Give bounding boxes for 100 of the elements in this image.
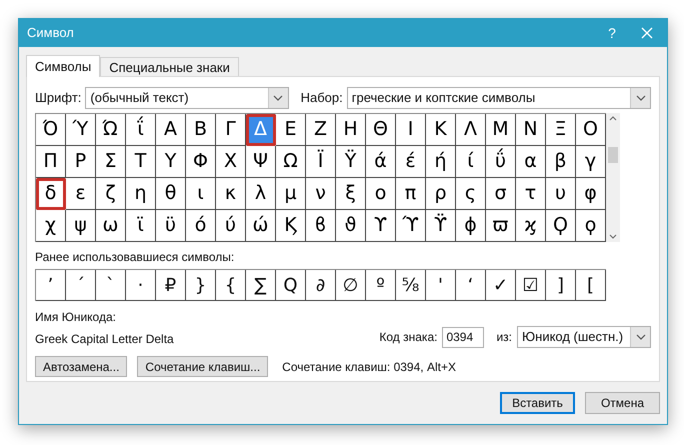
symbol-cell[interactable]: Ϋ [336,146,366,178]
symbol-cell[interactable]: έ [396,146,426,178]
code-source-dropdown[interactable]: Юникод (шестн.) [517,326,651,348]
symbol-cell[interactable]: Φ [186,146,216,178]
symbol-cell[interactable]: φ [576,178,606,210]
symbol-cell[interactable]: λ [246,178,276,210]
recent-symbol-cell[interactable]: ☑ [516,270,546,301]
symbol-cell[interactable]: α [516,146,546,178]
dropdown-button[interactable] [630,327,650,347]
symbol-cell[interactable]: Ψ [246,146,276,178]
symbol-cell[interactable]: Ν [516,114,546,146]
symbol-cell[interactable]: η [126,178,156,210]
symbol-cell[interactable]: Ρ [66,146,96,178]
symbol-cell[interactable]: β [546,146,576,178]
symbol-cell[interactable]: Ϗ [276,210,306,242]
recent-symbol-cell[interactable]: } [186,270,216,301]
symbol-cell[interactable]: Τ [126,146,156,178]
dialog-button[interactable]: Вставить [500,392,575,414]
recent-symbol-cell[interactable]: · [126,270,156,301]
dropdown-button[interactable] [630,88,650,108]
symbol-cell[interactable]: γ [576,146,606,178]
recent-symbol-cell[interactable]: ∂ [306,270,336,301]
symbol-cell[interactable]: χ [36,210,66,242]
symbol-cell[interactable]: Ώ [96,114,126,146]
symbol-cell[interactable]: ϐ [306,210,336,242]
tab[interactable]: Символы [26,55,100,77]
symbol-cell[interactable]: Χ [216,146,246,178]
symbol-cell[interactable]: ν [306,178,336,210]
symbol-cell[interactable]: ι [186,178,216,210]
symbol-cell[interactable]: Ι [396,114,426,146]
font-dropdown[interactable]: (обычный текст) [85,87,289,109]
symbol-cell[interactable]: ς [456,178,486,210]
symbol-cell[interactable]: ξ [336,178,366,210]
subset-dropdown[interactable]: греческие и коптские символы [346,87,651,109]
recent-symbol-cell[interactable]: ` [96,270,126,301]
symbol-cell[interactable]: Α [156,114,186,146]
symbol-cell[interactable]: δ [36,178,66,210]
scrollbar[interactable] [606,113,620,242]
tab[interactable]: Специальные знаки [100,57,239,76]
recent-symbol-cell[interactable]: ’ [36,270,66,301]
symbol-cell[interactable]: ϔ [426,210,456,242]
symbol-cell[interactable]: Μ [486,114,516,146]
symbol-cell[interactable]: ϑ [336,210,366,242]
action-button[interactable]: Сочетание клавиш... [137,356,268,377]
symbol-cell[interactable]: ά [366,146,396,178]
symbol-cell[interactable]: Θ [366,114,396,146]
recent-symbol-cell[interactable]: ‘ [456,270,486,301]
symbol-cell[interactable]: π [396,178,426,210]
action-button[interactable]: Автозамена... [35,356,128,377]
recent-symbol-cell[interactable]: ] [546,270,576,301]
recent-symbol-cell[interactable]: ∅ [336,270,366,301]
symbol-cell[interactable]: ύ [216,210,246,242]
symbol-cell[interactable]: τ [516,178,546,210]
dropdown-button[interactable] [268,88,288,108]
symbol-cell[interactable]: Β [186,114,216,146]
scroll-thumb[interactable] [608,147,618,163]
symbol-cell[interactable]: μ [276,178,306,210]
symbol-cell[interactable]: ϖ [486,210,516,242]
recent-symbol-cell[interactable]: ₽ [156,270,186,301]
recent-symbol-cell[interactable]: ✓ [486,270,516,301]
symbol-cell[interactable]: Η [336,114,366,146]
symbol-cell[interactable]: ί [456,146,486,178]
recent-symbol-cell[interactable]: ⅝ [396,270,426,301]
symbol-cell[interactable]: Υ [156,146,186,178]
symbol-cell[interactable]: Σ [96,146,126,178]
recent-symbol-cell[interactable]: ' [426,270,456,301]
symbol-cell[interactable]: Ζ [306,114,336,146]
symbol-cell[interactable]: Ξ [546,114,576,146]
symbol-cell[interactable]: ϙ [576,210,606,242]
symbol-cell[interactable]: θ [156,178,186,210]
symbol-cell[interactable]: σ [486,178,516,210]
symbol-cell[interactable]: ο [366,178,396,210]
symbol-cell[interactable]: Ύ [66,114,96,146]
symbol-cell[interactable]: ρ [426,178,456,210]
symbol-cell[interactable]: ώ [246,210,276,242]
recent-symbol-cell[interactable]: [ [576,270,606,301]
recent-symbol-cell[interactable]: º [366,270,396,301]
symbol-cell[interactable]: ϕ [456,210,486,242]
symbol-cell[interactable]: ϊ [126,210,156,242]
symbol-cell[interactable]: Ο [576,114,606,146]
symbol-cell[interactable]: Ε [276,114,306,146]
recent-symbol-cell[interactable]: ´ [66,270,96,301]
symbol-cell[interactable]: κ [216,178,246,210]
symbol-cell[interactable]: ϗ [516,210,546,242]
recent-symbol-cell[interactable]: Ԛ [276,270,306,301]
recent-symbol-cell[interactable]: { [216,270,246,301]
symbol-cell[interactable]: Γ [216,114,246,146]
symbol-cell[interactable]: Ω [276,146,306,178]
symbol-cell[interactable]: ψ [66,210,96,242]
symbol-cell[interactable]: ω [96,210,126,242]
symbol-cell[interactable]: ϒ [366,210,396,242]
symbol-cell[interactable]: Ϙ [546,210,576,242]
symbol-cell[interactable]: ϓ [396,210,426,242]
char-code-input[interactable]: 0394 [442,326,484,348]
symbol-cell[interactable]: ϋ [156,210,186,242]
symbol-cell[interactable]: ζ [96,178,126,210]
symbol-cell[interactable]: Κ [426,114,456,146]
symbol-cell[interactable]: Λ [456,114,486,146]
symbol-cell[interactable]: ή [426,146,456,178]
dialog-button[interactable]: Отмена [585,392,660,414]
